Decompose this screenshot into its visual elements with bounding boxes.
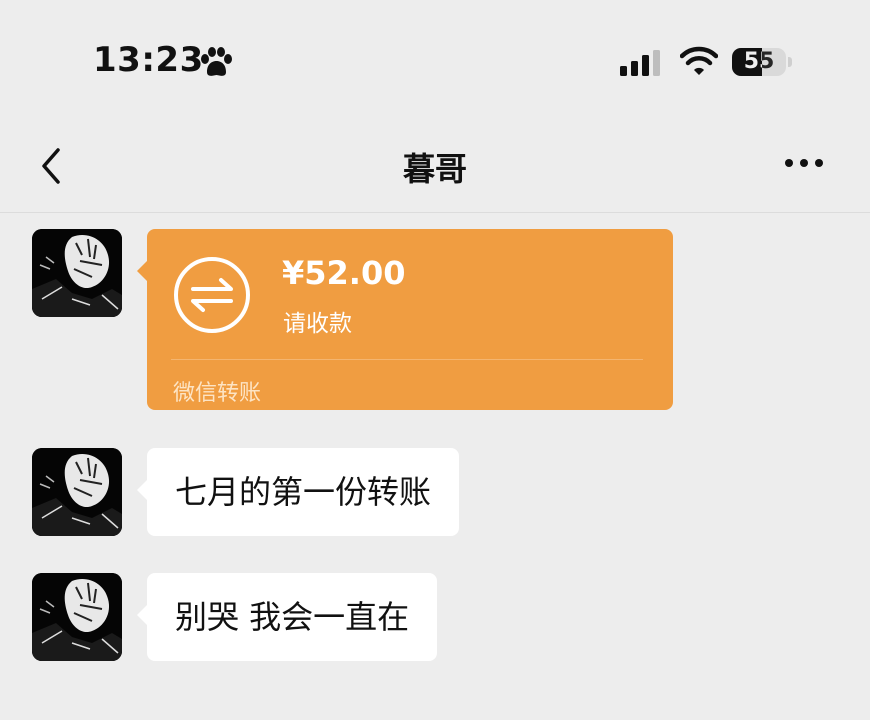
chat-title: 暮哥 bbox=[402, 150, 467, 188]
more-dots-icon[interactable] bbox=[784, 156, 824, 170]
status-time: 13:23 bbox=[93, 40, 204, 80]
signal-icon bbox=[620, 50, 660, 76]
avatar-image bbox=[32, 448, 122, 536]
battery-nub bbox=[788, 57, 792, 67]
paw-icon bbox=[201, 47, 232, 76]
wifi-icon bbox=[680, 46, 718, 75]
transfer-amount: ¥52.00 bbox=[282, 254, 406, 292]
battery-level: 55 bbox=[743, 49, 775, 74]
transfer-footer: 微信转账 bbox=[173, 381, 262, 406]
avatar[interactable] bbox=[32, 573, 122, 661]
avatar-image bbox=[32, 573, 122, 661]
card-divider bbox=[171, 359, 643, 360]
transfer-arrows-icon bbox=[174, 257, 250, 333]
status-bar: 13:23 55 bbox=[0, 0, 870, 120]
battery-icon: 55 bbox=[732, 48, 786, 76]
transfer-card[interactable]: ¥52.00 请收款 微信转账 bbox=[137, 229, 673, 410]
transfer-status: 请收款 bbox=[283, 311, 352, 337]
avatar-image bbox=[32, 229, 122, 317]
avatar[interactable] bbox=[32, 448, 122, 536]
chat-header: 暮哥 bbox=[0, 120, 870, 213]
avatar[interactable] bbox=[32, 229, 122, 317]
message-bubble[interactable]: 别哭 我会一直在 bbox=[136, 573, 438, 661]
message-bubble[interactable]: 七月的第一份转账 bbox=[136, 448, 460, 536]
